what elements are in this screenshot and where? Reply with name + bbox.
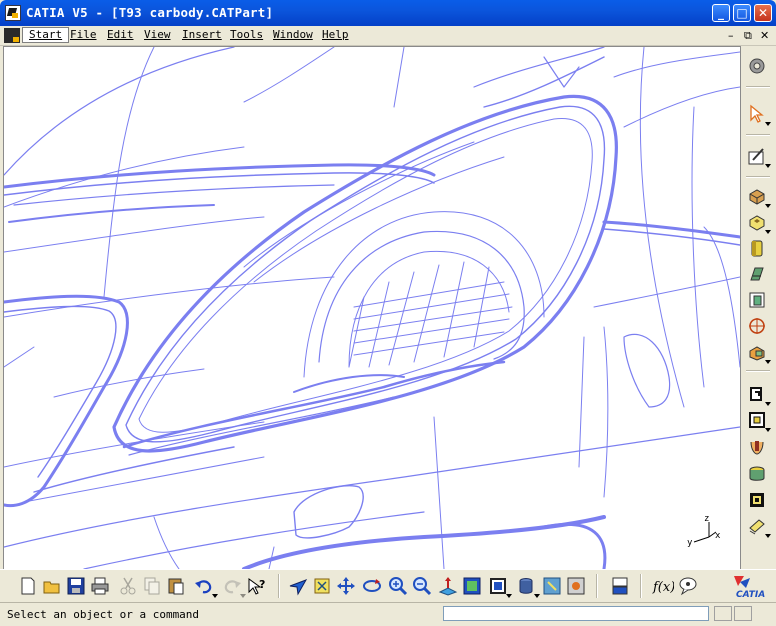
minimize-button[interactable]: _ <box>712 4 730 22</box>
svg-text:f(x): f(x) <box>652 580 674 595</box>
menu-edit[interactable]: Edit <box>107 28 134 41</box>
pocket-icon[interactable] <box>747 212 771 234</box>
axis-z-label: z <box>704 514 709 524</box>
svg-text:?: ? <box>259 578 265 591</box>
command-clear-button[interactable] <box>734 606 752 621</box>
command-history-button[interactable] <box>714 606 732 621</box>
toolbar-separator <box>746 134 770 136</box>
groove-icon[interactable] <box>747 264 767 284</box>
catia-logo: CATIA <box>728 572 768 600</box>
menu-help[interactable]: Help <box>322 28 349 41</box>
axis-x-label: x <box>715 531 721 541</box>
maximize-button[interactable]: □ <box>733 4 751 22</box>
catalog-icon[interactable] <box>610 576 630 596</box>
doc-restore-button[interactable]: ⧉ <box>744 29 752 43</box>
shell-icon[interactable] <box>747 490 767 510</box>
status-bar: Select an object or a command <box>0 602 776 626</box>
swap-space-icon[interactable] <box>542 576 562 596</box>
hole-icon[interactable] <box>747 290 767 310</box>
catia-app-icon[interactable] <box>5 5 21 21</box>
headlamp-wireframe: z y x <box>4 47 740 569</box>
shaft-icon[interactable] <box>747 238 767 258</box>
render-style-icon[interactable] <box>488 576 512 598</box>
undo-icon[interactable] <box>194 576 218 598</box>
menu-bar: Start File Edit View Insert Tools Window… <box>0 26 776 46</box>
toolbar-separator <box>746 176 770 178</box>
save-icon[interactable] <box>66 576 86 596</box>
paste-icon[interactable] <box>166 576 186 596</box>
thickness-icon[interactable] <box>747 516 771 538</box>
menu-start[interactable]: Start <box>22 27 70 43</box>
toolbar-separator <box>746 370 770 372</box>
knowledge-icon[interactable] <box>678 576 698 596</box>
right-toolbar <box>742 46 774 568</box>
whats-this-icon[interactable]: ? <box>246 576 266 596</box>
window-title: CATIA V5 - [T93 carbody.CATPart] <box>26 5 274 20</box>
3d-viewport[interactable]: z y x <box>3 46 741 570</box>
toolbar-separator <box>640 574 642 598</box>
loft-icon[interactable] <box>747 410 771 432</box>
menu-tools[interactable]: Tools <box>230 28 263 41</box>
new-icon[interactable] <box>18 576 38 596</box>
toolbar-separator <box>278 574 280 598</box>
pad-icon[interactable] <box>747 186 771 208</box>
zoom-in-icon[interactable] <box>388 576 408 596</box>
menu-window[interactable]: Window <box>273 28 313 41</box>
hide-icon[interactable] <box>516 576 540 598</box>
redo-icon[interactable] <box>222 576 246 598</box>
zoom-out-icon[interactable] <box>412 576 432 596</box>
rib-icon[interactable] <box>747 316 767 336</box>
catia-window: CATIA V5 - [T93 carbody.CATPart] _ □ ✕ S… <box>0 0 776 626</box>
sketch-icon[interactable] <box>747 146 771 168</box>
rotate-icon[interactable] <box>362 576 382 596</box>
menu-file[interactable]: File <box>70 28 97 41</box>
material-icon[interactable] <box>566 576 586 596</box>
fly-icon[interactable] <box>288 576 308 596</box>
toolbar-separator <box>746 86 770 88</box>
command-input[interactable] <box>443 606 709 621</box>
print-icon[interactable] <box>90 576 110 596</box>
iso-view-icon[interactable] <box>462 576 482 596</box>
stiffener-icon[interactable] <box>747 384 771 406</box>
start-menu-icon[interactable] <box>4 28 20 43</box>
bottom-toolbar: ? f(x) CATIA <box>0 569 776 602</box>
cut-icon[interactable] <box>118 576 138 596</box>
toolbar-separator <box>596 574 598 598</box>
normal-view-icon[interactable] <box>438 576 458 596</box>
title-bar[interactable]: CATIA V5 - [T93 carbody.CATPart] _ □ ✕ <box>0 0 776 26</box>
copy-icon[interactable] <box>142 576 162 596</box>
close-button[interactable]: ✕ <box>754 4 772 22</box>
doc-minimize-button[interactable]: – <box>728 29 734 42</box>
menu-view[interactable]: View <box>144 28 171 41</box>
catia-logo-text: CATIA <box>736 590 765 600</box>
select-arrow-icon[interactable] <box>747 104 771 126</box>
slot-icon[interactable] <box>747 342 771 364</box>
status-message: Select an object or a command <box>7 608 200 621</box>
fillet-icon[interactable] <box>747 464 767 484</box>
menu-insert[interactable]: Insert <box>182 28 222 41</box>
pan-icon[interactable] <box>336 576 356 596</box>
doc-close-button[interactable]: ✕ <box>760 29 769 42</box>
open-icon[interactable] <box>42 576 62 596</box>
axis-y-label: y <box>687 538 693 548</box>
gear-icon[interactable] <box>747 56 767 76</box>
formula-icon[interactable]: f(x) <box>652 576 675 596</box>
remove-loft-icon[interactable] <box>747 438 767 458</box>
fit-all-icon[interactable] <box>312 576 332 596</box>
